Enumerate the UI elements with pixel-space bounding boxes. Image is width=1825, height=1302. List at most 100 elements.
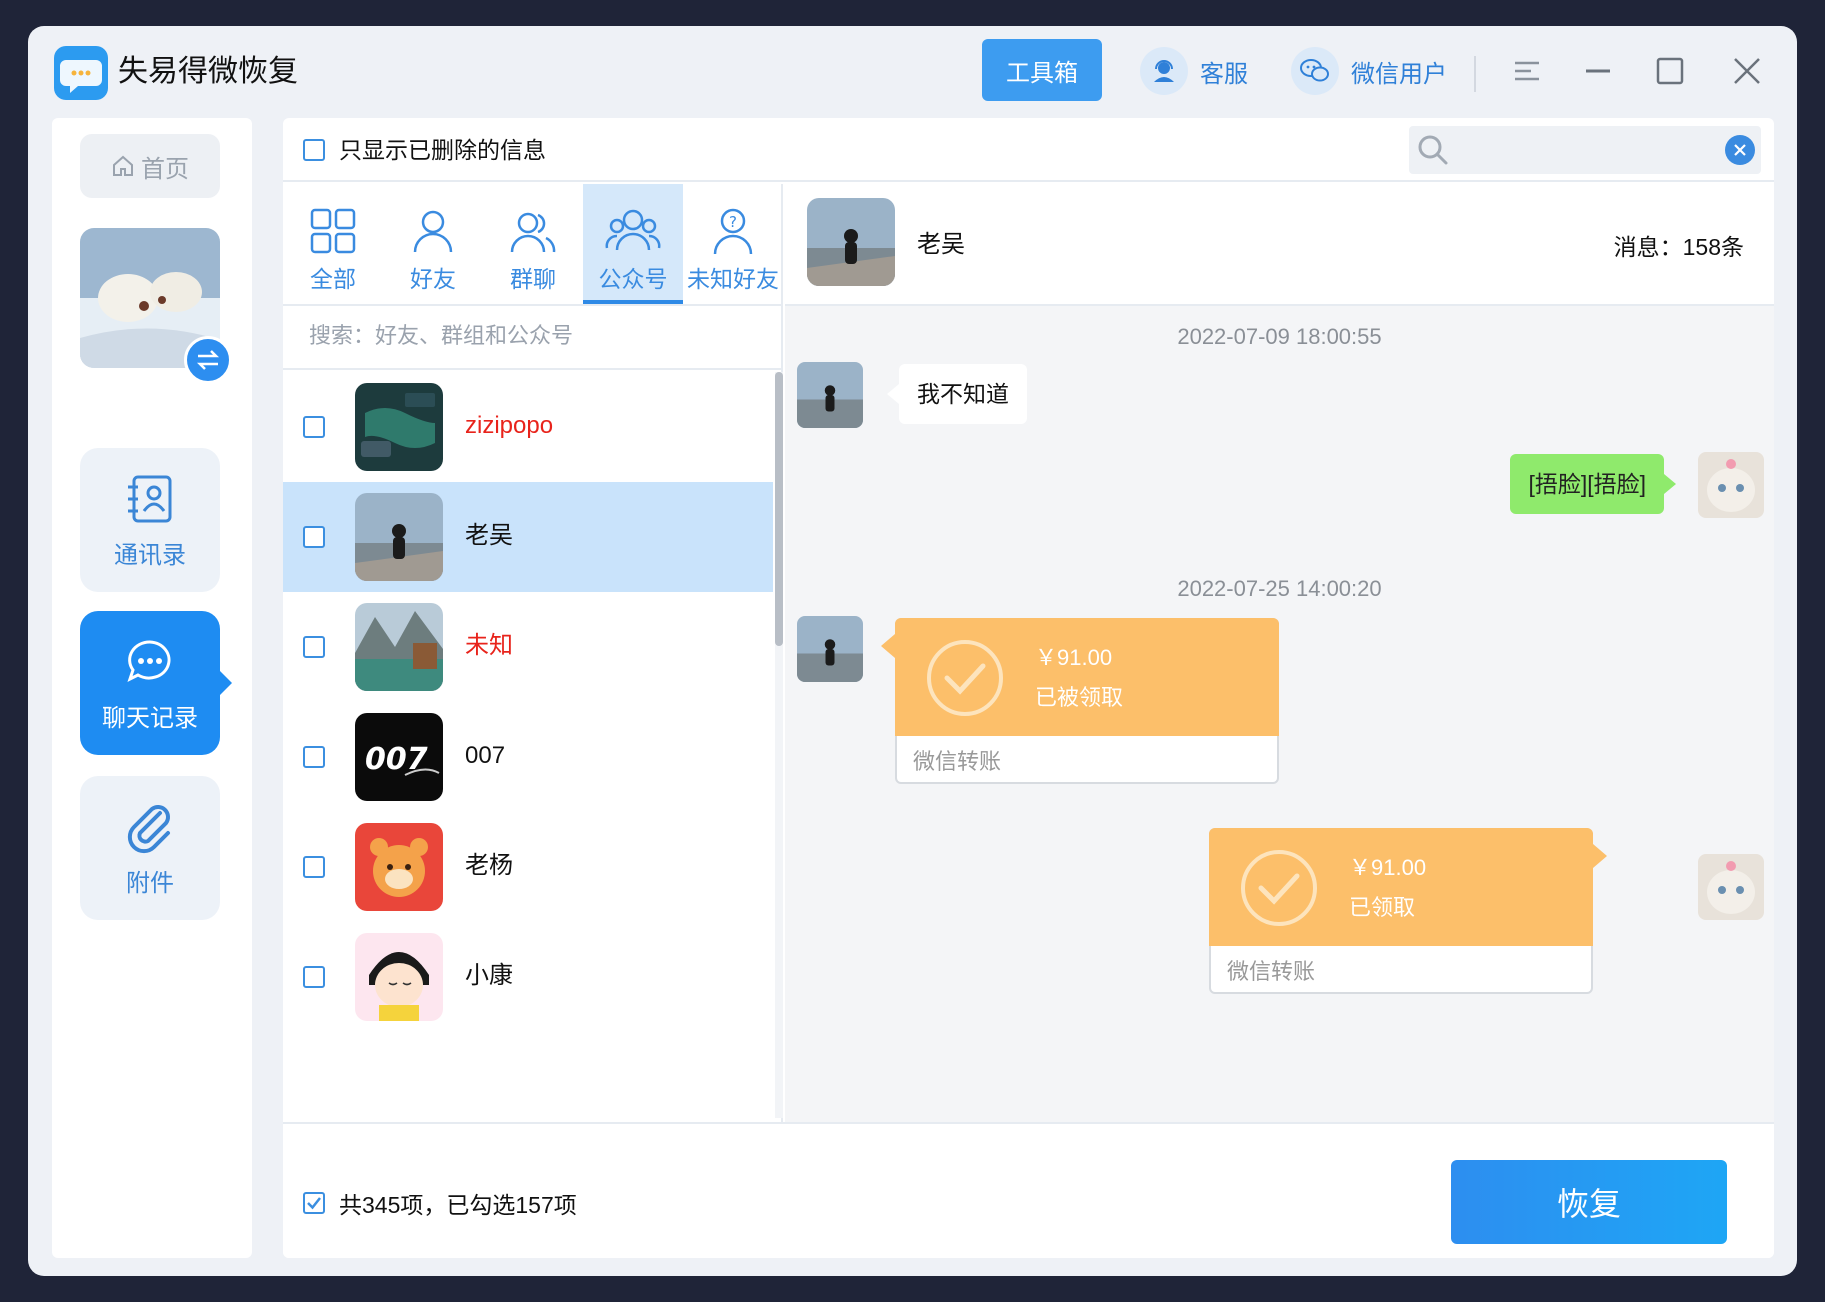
contact-avatar [355, 383, 443, 471]
transfer-card-header: ￥91.00 已领取 [1209, 828, 1593, 946]
left-navigation: 首页 通讯录 聊天记录 附件 [52, 118, 252, 1258]
tab-official-accounts[interactable]: 公众号 [583, 184, 683, 304]
nav-chat-records[interactable]: 聊天记录 [80, 611, 220, 755]
customer-service-label: 客服 [1200, 54, 1248, 89]
tab-groups[interactable]: 群聊 [483, 184, 583, 304]
switch-account-icon[interactable] [184, 336, 232, 384]
customer-service-button[interactable]: 客服 [1140, 42, 1248, 100]
transfer-label: 微信转账 [913, 744, 1001, 776]
item-checkbox[interactable] [303, 416, 325, 438]
deleted-only-label[interactable]: 只显示已删除的信息 [339, 134, 546, 166]
contact-name: 未知 [465, 628, 513, 664]
tab-official-accounts-label: 公众号 [599, 260, 668, 294]
contact-avatar [355, 933, 443, 1021]
wechat-user-button[interactable]: 微信用户 [1291, 42, 1447, 100]
person-icon [408, 206, 458, 256]
item-checkbox[interactable] [303, 856, 325, 878]
contact-list-scrollbar[interactable] [775, 372, 783, 1118]
wechat-icon [1291, 47, 1339, 95]
close-icon[interactable] [1722, 46, 1772, 96]
grid-icon [308, 206, 358, 256]
chat-bubble-icon [122, 634, 178, 690]
contact-avatar [355, 823, 443, 911]
item-checkbox[interactable] [303, 966, 325, 988]
transfer-card-outgoing[interactable]: ￥91.00 已领取 微信转账 [1209, 828, 1593, 994]
message-bubble-incoming: 我不知道 [899, 364, 1027, 424]
tab-unknown-friends[interactable]: ? 未知好友 [683, 184, 783, 304]
app-logo-icon [54, 46, 108, 100]
contact-avatar [355, 603, 443, 691]
menu-icon[interactable] [1502, 46, 1552, 96]
select-all-checkbox[interactable] [303, 1192, 325, 1214]
tab-all[interactable]: 全部 [283, 184, 383, 304]
list-item[interactable]: 小康 [283, 922, 773, 1032]
transfer-card-incoming[interactable]: ￥91.00 已被领取 微信转账 [895, 618, 1279, 784]
tab-friends-label: 好友 [410, 260, 456, 294]
headset-icon [1140, 47, 1188, 95]
contact-name: 老吴 [465, 518, 513, 554]
scrollbar-thumb[interactable] [775, 372, 783, 646]
transfer-amount: ￥91.00 [1035, 640, 1112, 672]
chat-header: 老吴 消息：158条 [785, 184, 1774, 306]
home-icon [111, 154, 135, 178]
title-bar: 失易得微恢复 工具箱 客服 微信用户 [28, 26, 1797, 118]
transfer-status: 已领取 [1349, 890, 1415, 922]
contact-avatar [355, 493, 443, 581]
bottom-bar: 共345项，已勾选157项 恢复 [283, 1122, 1774, 1258]
group-icon [508, 206, 558, 256]
item-checkbox[interactable] [303, 746, 325, 768]
received-check-icon [1239, 848, 1319, 928]
item-checkbox[interactable] [303, 526, 325, 548]
list-item[interactable]: zizipopo [283, 372, 773, 482]
contact-avatar: 007 [355, 713, 443, 801]
contact-list: zizipopo 老吴 未知 [283, 370, 773, 1120]
sender-avatar [797, 362, 863, 428]
recover-button[interactable]: 恢复 [1451, 1160, 1727, 1244]
contact-search-input[interactable]: 搜索：好友、群组和公众号 [309, 318, 573, 350]
tab-friends[interactable]: 好友 [383, 184, 483, 304]
filter-bar: 只显示已删除的信息 [283, 118, 1774, 182]
svg-text:007: 007 [365, 742, 428, 777]
paperclip-icon [122, 799, 178, 855]
message-timestamp: 2022-07-25 14:00:20 [785, 576, 1774, 602]
transfer-card-header: ￥91.00 已被领取 [895, 618, 1279, 736]
unknown-person-icon: ? [708, 206, 758, 256]
contact-name: 007 [465, 738, 505, 774]
search-input[interactable] [1409, 126, 1761, 174]
chat-contact-avatar [807, 198, 895, 286]
home-button[interactable]: 首页 [80, 134, 220, 198]
chat-contact-name: 老吴 [917, 224, 965, 259]
transfer-status: 已被领取 [1035, 680, 1123, 712]
nav-attachments-label: 附件 [126, 863, 174, 898]
list-item[interactable]: 老吴 [283, 482, 773, 592]
list-item[interactable]: 未知 [283, 592, 773, 702]
svg-text:?: ? [729, 213, 737, 231]
wechat-user-label: 微信用户 [1351, 54, 1447, 89]
contacts-book-icon [122, 471, 178, 527]
item-checkbox[interactable] [303, 636, 325, 658]
received-check-icon [925, 638, 1005, 718]
nav-contacts[interactable]: 通讯录 [80, 448, 220, 592]
self-avatar [1698, 854, 1764, 920]
main-panel: 只显示已删除的信息 全部 好友 群 [283, 118, 1774, 1258]
sender-avatar [797, 616, 863, 682]
list-item[interactable]: 007 007 [283, 702, 773, 812]
contact-name: 小康 [465, 958, 513, 994]
nav-attachments[interactable]: 附件 [80, 776, 220, 920]
app-window: 失易得微恢复 工具箱 客服 微信用户 [28, 26, 1797, 1276]
transfer-label: 微信转账 [1227, 954, 1315, 986]
deleted-only-checkbox[interactable] [303, 139, 325, 161]
maximize-icon[interactable] [1645, 46, 1695, 96]
list-item[interactable]: 老杨 [283, 812, 773, 922]
minimize-icon[interactable] [1573, 46, 1623, 96]
chat-panel: 老吴 消息：158条 2022-07-09 18:00:55 我不知道 [捂脸]… [785, 184, 1774, 1122]
tab-all-label: 全部 [310, 260, 356, 294]
clear-search-icon[interactable] [1725, 135, 1755, 165]
nav-chat-records-label: 聊天记录 [102, 698, 198, 733]
nav-contacts-label: 通讯录 [114, 535, 186, 570]
contact-name: zizipopo [465, 408, 553, 444]
category-tabs: 全部 好友 群聊 公众号 ? 未知好友 [283, 184, 783, 306]
home-label: 首页 [141, 149, 189, 184]
app-title: 失易得微恢复 [118, 48, 298, 96]
toolbox-button[interactable]: 工具箱 [982, 39, 1102, 101]
